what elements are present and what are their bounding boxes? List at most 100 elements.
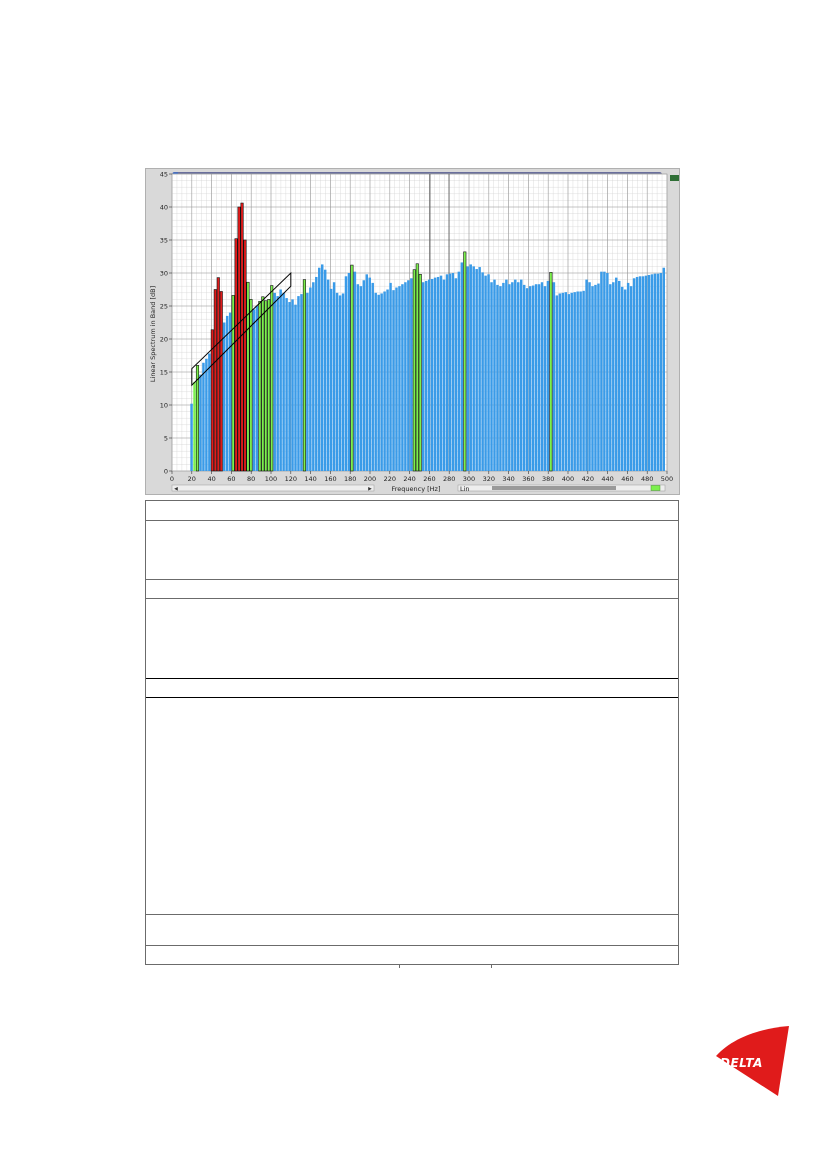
spectrum-bar-47	[329, 288, 333, 471]
spectrum-bar-122	[552, 282, 556, 471]
spectrum-bar-72	[404, 282, 407, 471]
x-tick-label: 0	[170, 475, 174, 483]
spectrum-bar-64	[380, 293, 383, 471]
scroll-left-arrow-icon[interactable]: ◄	[173, 487, 179, 493]
scale-slider-thumb[interactable]	[492, 486, 616, 490]
x-axis-ticks: 0 20 40 60 80 100 120 140 160 180 200 220 240 260 280 3…	[170, 471, 673, 483]
spectrum-bar-128	[570, 292, 573, 471]
spectrum-bar-8	[213, 289, 217, 472]
table-row-divider	[146, 945, 678, 946]
y-tick-label: 30	[160, 269, 168, 277]
x-tick-label: 320	[483, 475, 495, 483]
status-indicator	[650, 485, 661, 491]
spectrum-bar-25	[264, 300, 268, 472]
spectrum-bar-116	[534, 284, 538, 471]
spectrum-bar-89	[454, 278, 458, 471]
x-tick-label: 360	[522, 475, 534, 483]
spectrum-bar-24	[261, 296, 265, 472]
spectrum-bar-108	[511, 282, 514, 471]
spectrum-bar-141	[609, 284, 612, 471]
spectrum-bar-79	[424, 280, 428, 471]
spectrum-bar-75	[412, 269, 416, 472]
spectrum-bar-23	[258, 301, 262, 472]
table-column-tick	[399, 964, 400, 968]
spectrum-bar-18	[243, 239, 247, 472]
spectrum-bar-119	[543, 286, 547, 471]
x-tick-label: 300	[463, 475, 475, 483]
spectrum-bar-21	[252, 309, 256, 471]
spectrum-bar-139	[603, 271, 606, 471]
x-tick-label: 400	[562, 475, 574, 483]
spectrum-bar-42	[315, 276, 318, 471]
spectrum-bar-39	[306, 292, 309, 471]
spectrum-bar-35	[294, 304, 297, 471]
top-right-indicator	[670, 175, 679, 181]
spectrum-bar-97	[478, 267, 481, 471]
spectrum-bar-100	[487, 274, 490, 471]
spectrum-bar-71	[401, 284, 404, 471]
spectrum-bar-22	[255, 306, 259, 471]
x-tick-label: 280	[443, 475, 455, 483]
spectrum-bar-150	[635, 276, 639, 471]
spectrum-bar-136	[594, 284, 597, 471]
spectrum-bar-45	[323, 269, 327, 471]
x-tick-label: 220	[384, 475, 396, 483]
spectrum-bar-0	[190, 403, 193, 471]
x-tick-label: 100	[265, 475, 277, 483]
spectrum-bar-149	[632, 278, 636, 471]
spectrum-bar-127	[567, 294, 570, 471]
spectrum-bar-10	[219, 291, 223, 472]
spectrum-bar-37	[300, 294, 303, 471]
spectrum-bar-114	[528, 286, 532, 471]
spectrum-bar-44	[320, 264, 324, 471]
spectrum-bar-96	[475, 269, 478, 471]
spectrum-bar-135	[591, 286, 594, 471]
spectrum-bar-101	[490, 282, 493, 471]
x-tick-label: 180	[344, 475, 356, 483]
spectrum-bar-104	[499, 286, 502, 471]
spectrum-bar-19	[246, 281, 250, 472]
spectrum-bar-87	[448, 273, 452, 471]
scale-mode-text: Lin	[460, 485, 470, 493]
x-tick-label: 20	[188, 475, 196, 483]
spectrum-bar-152	[641, 276, 645, 471]
y-tick-label: 20	[160, 335, 168, 343]
spectrum-bar-1	[193, 381, 196, 471]
spectrum-bar-31	[282, 292, 285, 471]
spectrum-bar-126	[564, 292, 568, 471]
spectrum-bar-83	[436, 276, 440, 471]
spectrum-bar-38	[302, 279, 306, 472]
spectrum-bar-63	[377, 294, 380, 471]
x-tick-label: 200	[364, 475, 376, 483]
spectrum-bar-11	[222, 322, 226, 471]
spectrum-bar-68	[392, 290, 395, 471]
y-tick-label: 25	[160, 302, 168, 310]
bottom-scrollbar-left[interactable]	[171, 484, 375, 492]
spectrum-bar-121	[549, 272, 553, 472]
spectrum-chart: 0 5 10 15 20 25 30 35 40 45 0 20 40 60 80 100 120 140 160…	[149, 170, 679, 493]
spectrum-bar-9	[216, 277, 220, 472]
spectrum-bar-27	[270, 285, 274, 472]
spectrum-bar-120	[546, 280, 550, 471]
spectrum-bar-54	[350, 264, 354, 472]
spectrum-bar-33	[288, 302, 291, 471]
spectrum-bar-159	[662, 267, 666, 471]
spectrum-bar-86	[445, 274, 449, 471]
spectrum-bar-113	[525, 288, 529, 471]
scroll-right-arrow-icon[interactable]: ►	[367, 487, 373, 493]
spectrum-bar-41	[312, 282, 315, 471]
delta-logo-text: DELTA	[720, 1056, 763, 1070]
spectrum-bar-52	[344, 276, 348, 471]
spectrum-bar-40	[309, 287, 312, 471]
x-tick-label: 160	[324, 475, 336, 483]
spectrum-chart-panel: 0 5 10 15 20 25 30 35 40 45 0 20 40 60 80 100 120 140 160…	[145, 168, 680, 495]
table-row-divider	[146, 914, 678, 915]
spectrum-bar-125	[561, 292, 565, 471]
spectrum-bar-82	[433, 277, 437, 471]
spectrum-bar-48	[332, 282, 336, 471]
spectrum-bar-59	[365, 274, 369, 471]
spectrum-bar-107	[508, 284, 511, 471]
spectrum-bar-130	[576, 291, 579, 471]
x-tick-label: 40	[207, 475, 215, 483]
spectrum-bar-74	[410, 278, 413, 471]
